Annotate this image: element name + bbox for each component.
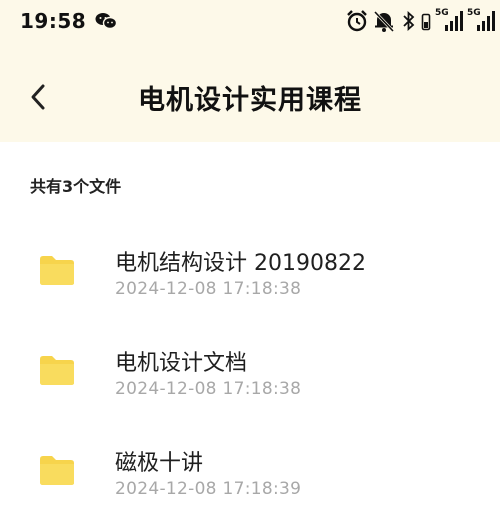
file-list: 电机结构设计 20190822 2024-12-08 17:18:38 电机设计… bbox=[0, 225, 500, 525]
file-name: 电机结构设计 20190822 bbox=[115, 251, 366, 276]
file-item[interactable]: 电机设计文档 2024-12-08 17:18:38 bbox=[0, 325, 500, 425]
file-name: 电机设计文档 bbox=[115, 351, 248, 376]
file-item[interactable]: 磁极十讲 2024-12-08 17:18:39 bbox=[0, 425, 500, 525]
header-area: 19:58 5G 5G 电机设计实用课程 bbox=[0, 0, 500, 142]
nav-bar: 电机设计实用课程 bbox=[0, 62, 500, 132]
bell-mute-icon bbox=[373, 10, 395, 33]
file-count: 共有3个文件 bbox=[30, 177, 122, 196]
signal-strength-2: 5G bbox=[467, 8, 497, 33]
status-icons: 5G 5G bbox=[345, 8, 497, 33]
file-timestamp: 2024-12-08 17:18:38 bbox=[115, 279, 302, 299]
wechat-icon bbox=[95, 13, 117, 30]
folder-icon bbox=[40, 356, 74, 385]
signal-strength-1: 5G bbox=[435, 8, 465, 33]
file-name: 磁极十讲 bbox=[115, 451, 204, 476]
folder-icon bbox=[40, 456, 74, 485]
signal-bars-icon bbox=[477, 11, 495, 31]
signal-bars-icon bbox=[445, 11, 463, 31]
bluetooth-icon bbox=[403, 10, 415, 32]
file-timestamp: 2024-12-08 17:18:38 bbox=[115, 379, 302, 399]
battery-icon bbox=[421, 13, 431, 31]
file-timestamp: 2024-12-08 17:18:39 bbox=[115, 479, 302, 499]
folder-icon bbox=[40, 256, 74, 285]
status-bar: 19:58 5G 5G bbox=[0, 0, 500, 40]
file-item[interactable]: 电机结构设计 20190822 2024-12-08 17:18:38 bbox=[0, 225, 500, 325]
page-title: 电机设计实用课程 bbox=[138, 85, 362, 116]
status-time: 19:58 bbox=[20, 9, 87, 33]
alarm-icon bbox=[347, 10, 367, 32]
